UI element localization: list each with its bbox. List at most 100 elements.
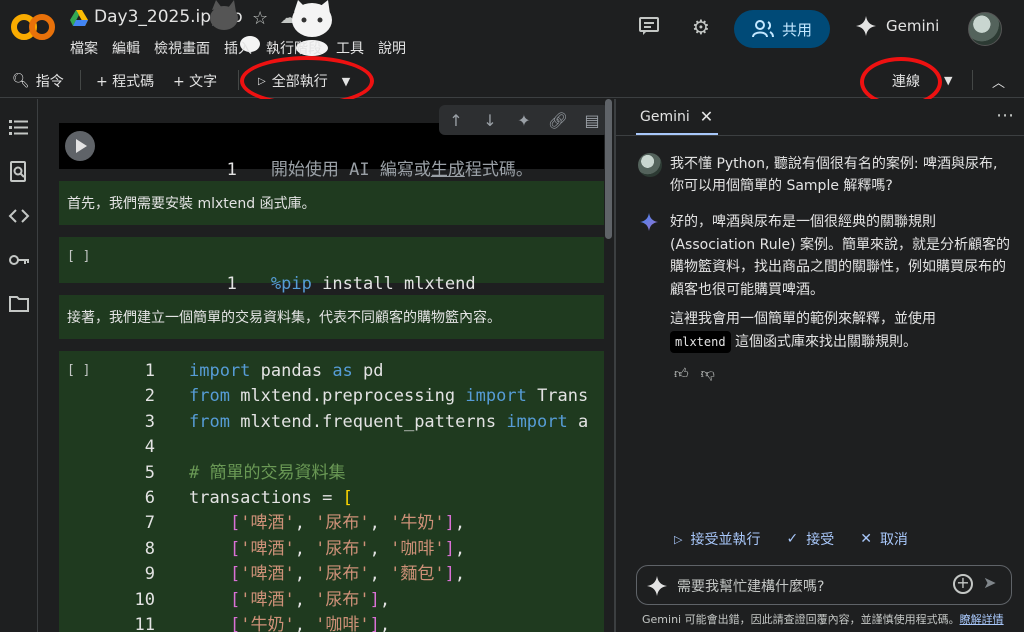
text-cell[interactable]: 接著，我們建立一個簡單的交易資料集，代表不同顧客的購物籃內容。 <box>59 295 604 339</box>
gemini-spark-icon[interactable]: ✦ <box>512 111 536 130</box>
ai-response-text: 這個函式庫來找出關聯規則。 <box>735 333 918 350</box>
search-icon: 🔍︎ <box>12 73 30 89</box>
menu-view[interactable]: 檢視畫面 <box>154 38 210 58</box>
toc-icon[interactable] <box>8 117 30 139</box>
move-down-icon[interactable]: ↓ <box>478 111 502 130</box>
cell-run-indicator[interactable]: [ ] <box>67 249 90 264</box>
command-button[interactable]: 🔍︎ 指令 <box>12 71 64 91</box>
toolbar: 🔍︎ 指令 + 程式碼 + 文字 ▷ 全部執行 ▼ 連線 ▼ ︿ <box>0 62 1024 98</box>
gemini-spark-icon <box>856 16 876 36</box>
cancel-button[interactable]: ✕ 取消 <box>860 529 908 549</box>
colab-logo[interactable] <box>10 12 56 42</box>
ai-response-continued: 這裡我會用一個簡單的範例來解釋，並使用 mlxtend 這個函式庫來找出關聯規則。 <box>670 308 1010 353</box>
play-icon: ▷ <box>674 532 683 546</box>
connect-chevron-icon[interactable]: ▼ <box>944 74 952 87</box>
menu-edit[interactable]: 編輯 <box>112 38 140 58</box>
code-line: 8 ['啤酒', '尿布', '咖啡'], <box>144 538 466 559</box>
text-cell[interactable]: 首先，我們需要安裝 mlxtend 函式庫。 <box>59 181 604 225</box>
gemini-spark-icon <box>647 576 667 596</box>
drive-icon[interactable] <box>70 10 88 26</box>
menu-runtime[interactable]: 執行階段 <box>266 38 322 58</box>
add-text-button[interactable]: + 文字 <box>173 71 217 91</box>
run-all-label: 全部執行 <box>271 74 328 90</box>
ai-placeholder-suffix: 程式碼。 <box>464 160 533 181</box>
code-line: 1 開始使用 AI 編寫或生成程式碼。 <box>226 160 533 181</box>
share-label: 共用 <box>781 20 812 39</box>
ai-placeholder-text: 開始使用 AI 編寫或 <box>270 160 431 181</box>
check-icon: ✓ <box>786 531 799 547</box>
cancel-label: 取消 <box>879 532 908 548</box>
toolbar-divider <box>80 70 81 90</box>
learn-more-link[interactable]: 瞭解詳情 <box>960 613 1004 626</box>
gemini-tab-label: Gemini <box>640 108 690 125</box>
key-icon[interactable] <box>8 249 30 271</box>
code-line: 3 from mlxtend.frequent_patterns import a <box>144 411 589 432</box>
suggestion-actions: ▷ 接受並執行 ✓ 接受 ✕ 取消 <box>674 529 908 549</box>
ai-response-text: 這裡我會用一個簡單的範例來解釋，並使用 <box>670 311 936 327</box>
move-up-icon[interactable]: ↑ <box>444 111 468 130</box>
cell-code: 1 開始使用 AI 編寫或生成程式碼。 <box>119 133 533 181</box>
add-icon[interactable]: + <box>953 574 973 594</box>
run-all-button[interactable]: ▷ 全部執行 ▼ <box>258 71 350 91</box>
cell-code: 1 %pip install mlxtend <box>119 247 476 295</box>
accept-run-button[interactable]: ▷ 接受並執行 <box>674 529 760 549</box>
people-icon <box>751 20 774 38</box>
more-options-icon[interactable]: ⋯ <box>996 105 1014 126</box>
menu-bar: 檔案 編輯 檢視畫面 插入 執行階段 工具 說明 <box>70 38 420 58</box>
generate-link[interactable]: 生成 <box>431 160 465 180</box>
find-icon[interactable] <box>8 161 30 183</box>
chevron-down-icon[interactable]: ▼ <box>342 75 350 88</box>
comment-icon[interactable] <box>636 14 662 40</box>
comment-icon[interactable]: ▤ <box>580 111 604 130</box>
accept-label: 接受 <box>806 532 835 548</box>
user-message: 我不懂 Python, 聽說有個很有名的案例: 啤酒與尿布, 你可以用個簡單的 … <box>670 156 998 194</box>
code-cell-transactions[interactable]: [ ] 1 import pandas as pd 2 from mlxtend.p… <box>59 351 604 632</box>
code-cell-pip[interactable]: [ ] 1 %pip install mlxtend <box>59 237 604 295</box>
code-line: 4 <box>144 437 155 458</box>
thumbs-up-icon[interactable]: 👍︎ <box>674 365 689 382</box>
toolbar-divider <box>238 70 239 90</box>
menu-insert[interactable]: 插入 <box>224 38 252 58</box>
avatar[interactable] <box>968 12 1002 46</box>
left-rail <box>0 99 38 632</box>
command-label: 指令 <box>35 74 64 90</box>
add-code-button[interactable]: + 程式碼 <box>96 71 154 91</box>
code-token: install mlxtend <box>322 274 476 295</box>
code-line: 1 import pandas as pd <box>144 361 384 381</box>
gemini-button[interactable]: Gemini <box>856 16 939 36</box>
code-snippets-icon[interactable] <box>8 205 30 227</box>
accept-button[interactable]: ✓ 接受 <box>786 529 834 549</box>
disclaimer-body: Gemini 可能會出錯，因此請查證回覆內容，並謹慎使用程式碼。 <box>642 613 960 626</box>
thumbs-down-icon[interactable]: 👎︎ <box>701 365 715 382</box>
cell-run-indicator[interactable]: [ ] <box>67 363 90 378</box>
run-cell-button[interactable] <box>65 131 95 161</box>
close-icon[interactable]: ✕ <box>700 107 713 126</box>
notebook-area: 1 開始使用 AI 編寫或生成程式碼。 ↑ ↓ ✦ 🔗︎ ▤ 首先，我們需要安裝 … <box>39 99 614 632</box>
user-avatar <box>638 153 662 177</box>
input-placeholder: 需要我幫忙建構什麼嗎? <box>677 579 825 595</box>
gemini-panel: Gemini ✕ ⋯ 我不懂 Python, 聽說有個很有名的案例: 啤酒與尿布… <box>616 99 1024 632</box>
feedback-buttons: 👍︎ 👎︎ <box>674 365 715 382</box>
cell-code: 1 import pandas as pd 2 from mlxtend.prepr… <box>119 359 589 632</box>
code-line: 2 from mlxtend.preprocessing import Trans <box>144 386 589 407</box>
code-line: 9 ['啤酒', '尿布', '麵包'], <box>144 564 466 585</box>
folder-icon[interactable] <box>8 293 30 315</box>
connect-button[interactable]: 連線 <box>892 71 920 91</box>
link-icon[interactable]: 🔗︎ <box>546 111 570 130</box>
play-icon: ▷ <box>258 75 266 87</box>
menu-file[interactable]: 檔案 <box>70 38 98 58</box>
menu-help[interactable]: 說明 <box>378 38 406 58</box>
share-button[interactable]: 共用 <box>734 10 830 48</box>
code-line: 1 %pip install mlxtend <box>226 274 476 295</box>
send-icon[interactable]: ➤ <box>983 573 996 592</box>
code-line: 5 # 簡單的交易資料集 <box>144 462 346 483</box>
collapse-chevron-icon[interactable]: ︿ <box>992 72 1005 91</box>
cell-toolbar: ↑ ↓ ✦ 🔗︎ ▤ <box>439 105 609 135</box>
gemini-prompt-input[interactable]: 需要我幫忙建構什麼嗎? + ➤ <box>636 565 1012 605</box>
gear-icon[interactable]: ⚙ <box>688 14 714 40</box>
menu-tools[interactable]: 工具 <box>336 38 364 58</box>
toolbar-divider <box>972 70 973 90</box>
gemini-tab[interactable]: Gemini ✕ <box>640 107 713 126</box>
disclaimer-text: Gemini 可能會出錯，因此請查證回覆內容，並謹慎使用程式碼。瞭解詳情 <box>642 611 1022 627</box>
notebook-scrollbar[interactable] <box>605 99 612 239</box>
